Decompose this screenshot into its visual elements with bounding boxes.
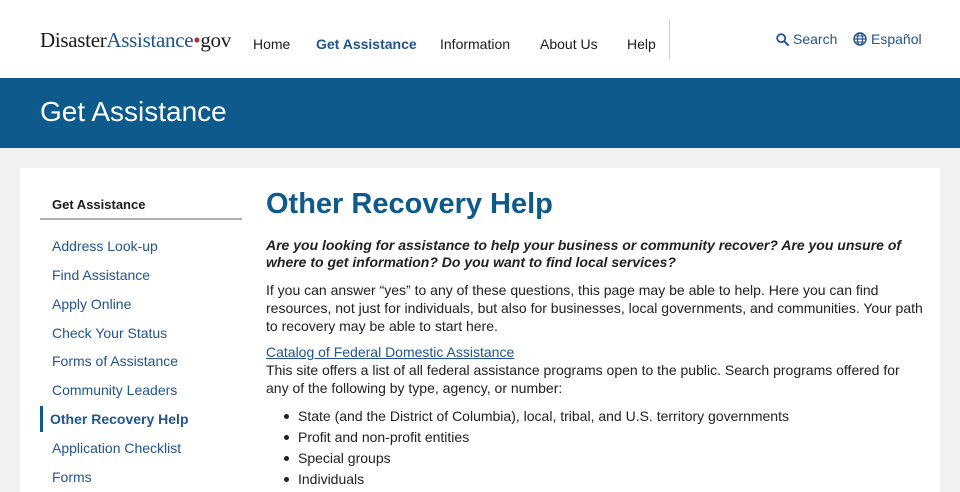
intro-paragraph: If you can answer “yes” to any of these …	[266, 282, 923, 334]
logo-text-gov: gov	[200, 28, 231, 52]
lead-questions: Are you looking for assistance to help y…	[266, 237, 902, 270]
main-content: Other Recovery Help Are you looking for …	[266, 186, 926, 490]
site-logo[interactable]: DisasterAssistance•gov	[40, 28, 231, 53]
list-item: State (and the District of Columbia), lo…	[282, 406, 926, 427]
nav-divider	[669, 19, 670, 59]
search-label: Search	[793, 31, 838, 47]
sidebar-item-community-leaders[interactable]: Community Leaders	[52, 382, 177, 398]
logo-text-assistance: Assistance	[106, 28, 194, 52]
hero-title: Get Assistance	[40, 96, 227, 127]
sidebar-current-indicator	[40, 406, 43, 432]
sidebar-item-check-status[interactable]: Check Your Status	[52, 325, 167, 341]
sidebar-item-application-checklist[interactable]: Application Checklist	[52, 440, 181, 456]
globe-icon	[853, 32, 867, 46]
nav-help[interactable]: Help	[627, 36, 656, 52]
sidebar-item-address-lookup[interactable]: Address Look-up	[52, 238, 158, 254]
catalog-link[interactable]: Catalog of Federal Domestic Assistance	[266, 344, 926, 361]
logo-text-disaster: Disaster	[40, 28, 107, 52]
nav-about-us[interactable]: About Us	[540, 36, 598, 52]
search-link[interactable]: Search	[776, 31, 837, 47]
eligible-list: State (and the District of Columbia), lo…	[282, 406, 926, 490]
sidebar-item-forms-of-assistance[interactable]: Forms of Assistance	[52, 353, 178, 369]
catalog-description: This site offers a list of all federal a…	[266, 362, 900, 396]
nav-home[interactable]: Home	[253, 36, 290, 52]
sidebar-divider	[40, 218, 242, 220]
site-header: DisasterAssistance•gov Home Get Assistan…	[0, 0, 960, 78]
language-label: Español	[871, 31, 922, 47]
list-item: Special groups	[282, 448, 926, 469]
sidebar-item-find-assistance[interactable]: Find Assistance	[52, 267, 150, 283]
sidebar-heading: Get Assistance	[52, 197, 146, 212]
hero-banner: Get Assistance	[0, 78, 960, 148]
page-title: Other Recovery Help	[266, 188, 553, 220]
nav-get-assistance[interactable]: Get Assistance	[316, 36, 417, 52]
sidebar-item-apply-online[interactable]: Apply Online	[52, 296, 131, 312]
search-icon	[776, 32, 789, 46]
sidebar-item-other-recovery-help[interactable]: Other Recovery Help	[50, 411, 189, 427]
language-link[interactable]: Español	[853, 31, 922, 47]
list-item: Profit and non-profit entities	[282, 427, 926, 448]
list-item: Individuals	[282, 469, 926, 490]
sidebar-item-forms[interactable]: Forms	[52, 469, 92, 485]
nav-information[interactable]: Information	[440, 36, 510, 52]
